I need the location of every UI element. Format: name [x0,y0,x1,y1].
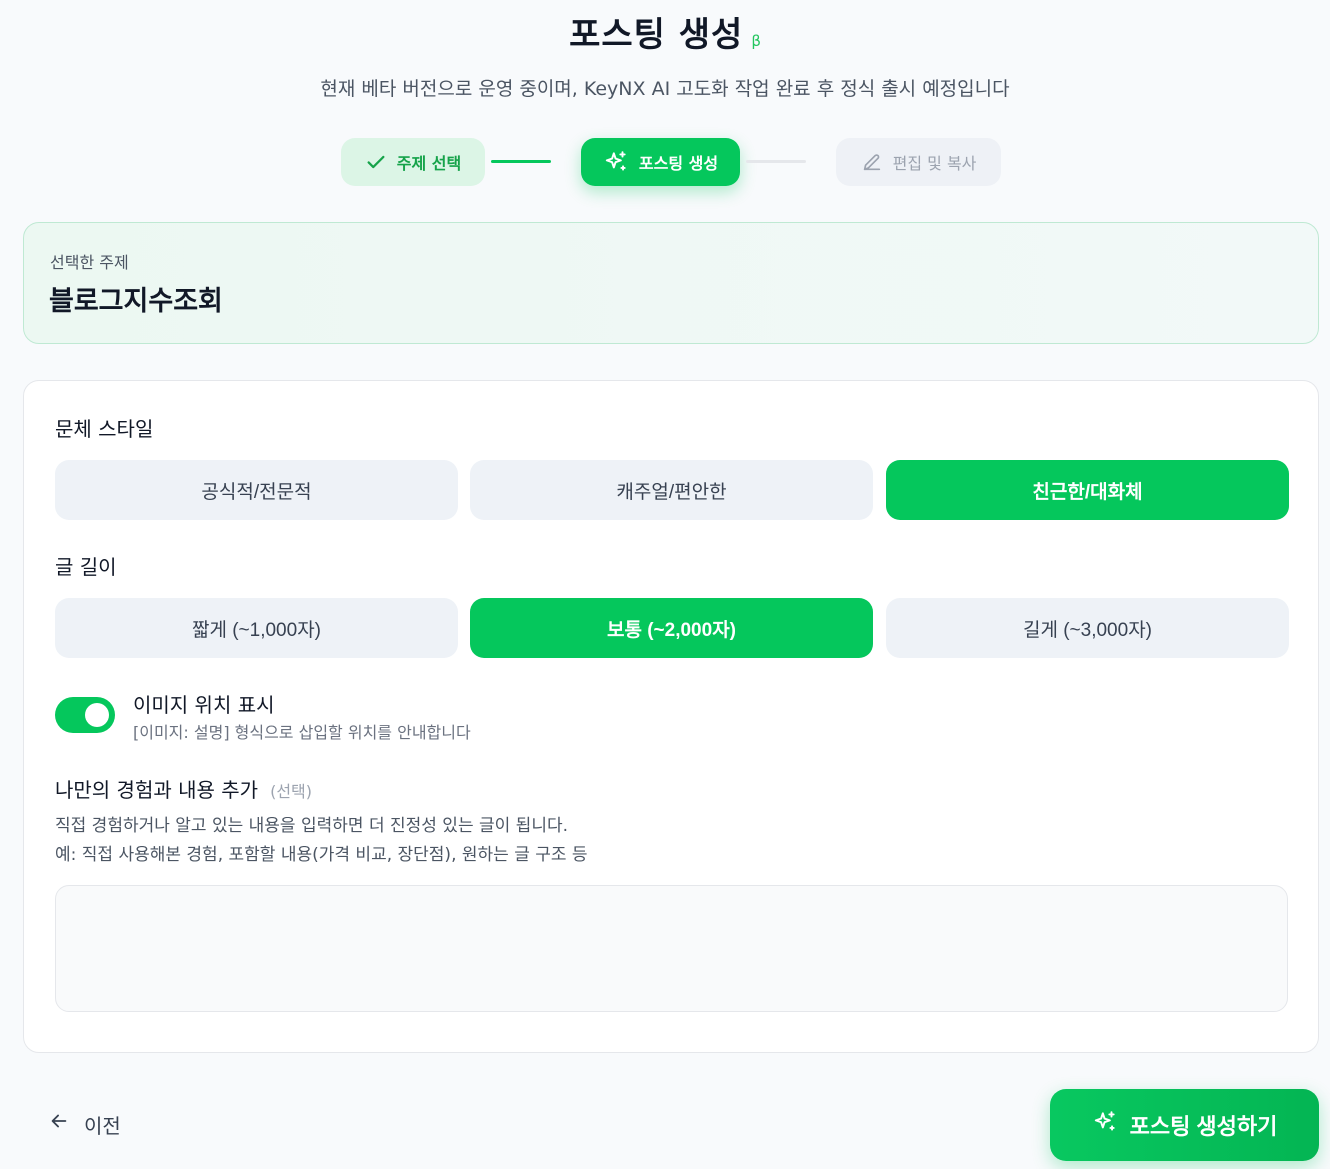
step-edit-and-copy[interactable]: 편집 및 복사 [836,138,1001,186]
previous-button[interactable]: 이전 [48,1104,121,1144]
title-row: 포스팅 생성 β [569,12,761,58]
experience-section-title: 나만의 경험과 내용 추가 (선택) [55,774,312,803]
step-topic-selection[interactable]: 주제 선택 [341,138,485,186]
style-option-casual[interactable]: 캐주얼/편안한 [470,460,873,520]
sparkles-icon [1092,1109,1118,1141]
experience-description-line1: 직접 경험하거나 알고 있는 내용을 입력하면 더 진정성 있는 글이 됩니다. [55,816,569,836]
selected-topic-card: 선택한 주제 블로그지수조회 [23,222,1319,344]
optional-tag: (선택) [270,782,313,801]
page-header: 포스팅 생성 β [0,12,1330,58]
experience-description-line2: 예: 직접 사용해본 경험, 포함할 내용(가격 비교, 장단점), 원하는 글… [55,845,588,865]
length-option-short[interactable]: 짧게 (~1,000자) [55,598,458,658]
image-position-description: [이미지: 설명] 형식으로 삽입할 위치를 안내합니다 [133,723,471,742]
step-connector-pending [746,160,806,163]
experience-title-text: 나만의 경험과 내용 추가 [55,778,259,802]
step-posting-generation[interactable]: 포스팅 생성 [581,138,740,186]
previous-button-label: 이전 [84,1115,121,1138]
image-position-title: 이미지 위치 표시 [133,693,275,717]
beta-badge: β [751,32,761,50]
page-subtitle: 현재 베타 버전으로 운영 중이며, KeyNX AI 고도화 작업 완료 후 … [320,78,1010,100]
length-option-medium[interactable]: 보통 (~2,000자) [470,598,873,658]
sparkles-icon [603,149,629,175]
generate-posting-button[interactable]: 포스팅 생성하기 [1050,1089,1319,1161]
selected-topic-value: 블로그지수조회 [49,286,223,317]
step-connector-completed [491,160,551,163]
check-icon [365,151,387,173]
image-position-toggle[interactable] [55,697,115,733]
experience-textarea[interactable] [55,885,1288,1012]
style-option-friendly[interactable]: 친근한/대화체 [886,460,1289,520]
progress-stepper: 주제 선택 포스팅 생성 편집 및 복사 [0,138,1330,186]
selected-topic-label: 선택한 주제 [50,253,129,272]
options-card: 문체 스타일 공식적/전문적 캐주얼/편안한 친근한/대화체 글 길이 짧게 (… [23,380,1319,1053]
style-section-label: 문체 스타일 [55,417,154,441]
step-label: 편집 및 복사 [892,154,977,173]
toggle-knob [85,703,109,727]
step-label: 포스팅 생성 [638,154,719,173]
step-label: 주제 선택 [396,154,462,173]
arrow-left-icon [48,1110,70,1138]
length-option-long[interactable]: 길게 (~3,000자) [886,598,1289,658]
posting-generation-page: 포스팅 생성 β 현재 베타 버전으로 운영 중이며, KeyNX AI 고도화… [0,0,1330,1169]
page-title: 포스팅 생성 [569,15,744,55]
pencil-icon [861,151,883,173]
style-option-formal[interactable]: 공식적/전문적 [55,460,458,520]
generate-button-label: 포스팅 생성하기 [1129,1114,1278,1139]
length-section-label: 글 길이 [55,555,117,579]
